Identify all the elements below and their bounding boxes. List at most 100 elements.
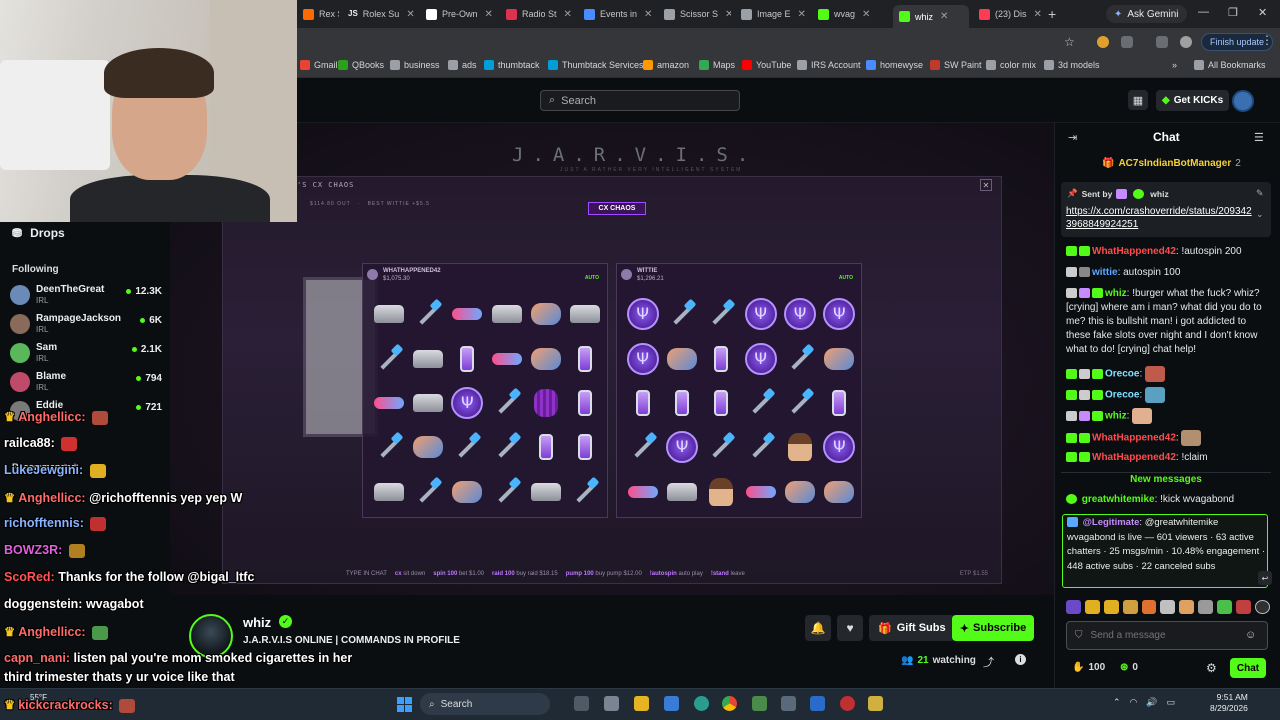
chevron-up-icon[interactable]: ⌃ (1113, 697, 1121, 708)
bookmark-item[interactable]: YouTube (742, 60, 791, 70)
windows-start-icon[interactable] (397, 697, 412, 712)
unpin-icon[interactable]: ✎ (1256, 188, 1264, 199)
app-icon[interactable] (664, 696, 679, 711)
bookmark-item[interactable]: homewyse (866, 60, 923, 70)
top-gifter[interactable]: 🎁 AC7sIndianBotManager 2 (1102, 158, 1241, 169)
browser-tab[interactable]: Scissor S ✕ (658, 4, 731, 24)
scroll-to-bottom-button[interactable]: ↩ (1258, 571, 1272, 585)
emote-icon[interactable] (1122, 600, 1138, 614)
follow-heart-button[interactable]: ♥ (837, 615, 863, 641)
streamer-name[interactable]: whiz (243, 615, 271, 630)
sidebar-item-drops[interactable]: ⛃ Drops (12, 226, 65, 240)
chrome-icon[interactable] (722, 696, 737, 711)
pinned-link[interactable]: https://x.com/crashoverride/status/20934… (1066, 205, 1256, 231)
close-tab-icon[interactable]: ✕ (485, 9, 493, 20)
close-tab-icon[interactable]: ✕ (1034, 9, 1042, 20)
all-bookmarks-button[interactable]: All Bookmarks (1194, 60, 1266, 70)
file-icon[interactable] (604, 696, 619, 711)
volume-icon[interactable]: 🔊 (1146, 697, 1157, 708)
bookmark-item[interactable]: Thumbtack Services (548, 60, 644, 70)
emote-icon[interactable] (1141, 600, 1157, 614)
share-icon[interactable]: ⤴ (983, 654, 994, 670)
browser-tab[interactable]: wvag ✕ (812, 4, 889, 24)
close-tab-icon[interactable]: ✕ (725, 9, 731, 20)
emote-icon[interactable] (1084, 600, 1100, 614)
system-tray[interactable]: ⌃ ◠ 🔊 ▭ (1113, 697, 1175, 708)
task-view-icon[interactable] (574, 696, 589, 711)
extension-icon[interactable] (1097, 36, 1109, 48)
chat-username[interactable]: wittie (1092, 267, 1118, 278)
emote-icon[interactable] (1066, 600, 1081, 614)
calculator-icon[interactable] (781, 696, 796, 711)
app-icon[interactable] (868, 696, 883, 711)
chat-username[interactable]: WhatHappened42 (1092, 246, 1176, 257)
bookmark-item[interactable]: QBooks (338, 60, 384, 70)
app-icon[interactable] (810, 696, 825, 711)
app-icon[interactable] (752, 696, 767, 711)
chat-username[interactable]: Orecoe (1105, 390, 1139, 401)
emote-icon[interactable] (1217, 600, 1233, 614)
layout-toggle-icon[interactable]: ▦ (1128, 90, 1148, 110)
more-info-icon[interactable]: i (1015, 654, 1026, 665)
emote-icon[interactable] (1160, 600, 1176, 614)
close-tab-icon[interactable]: ✕ (644, 9, 652, 20)
emote-icon[interactable] (1103, 600, 1119, 614)
emote-icon[interactable] (1236, 600, 1251, 614)
browser-menu-icon[interactable]: ⋮ (1261, 33, 1273, 47)
bookmark-star-icon[interactable]: ☆ (1064, 35, 1075, 49)
chat-username[interactable]: WhatHappened42 (1092, 433, 1176, 444)
wifi-icon[interactable]: ◠ (1130, 697, 1138, 708)
close-tab-icon[interactable]: ✕ (564, 9, 572, 20)
followed-channel[interactable]: RampageJackson IRL 6K (10, 312, 162, 338)
browser-tab[interactable]: JS Rolex Su ✕ (342, 4, 416, 24)
bookmark-item[interactable]: thumbtack (484, 60, 540, 70)
channel-points[interactable]: ⊛ 0 (1120, 662, 1138, 673)
bookmark-item[interactable]: amazon (643, 60, 689, 70)
close-tab-icon[interactable]: ✕ (406, 9, 414, 20)
chat-username[interactable]: whiz (1105, 411, 1127, 422)
emote-icon[interactable] (1179, 600, 1195, 614)
ask-gemini-button[interactable]: ✦ Ask Gemini (1106, 5, 1187, 23)
kicks-balance[interactable]: ✋ 100 (1072, 662, 1105, 673)
browser-tab[interactable]: (23) Dis ✕ (973, 4, 1045, 24)
bookmark-item[interactable]: Maps (699, 60, 735, 70)
close-tab-icon[interactable]: ✕ (940, 11, 948, 22)
subscribe-button[interactable]: ✦ Subscribe (952, 615, 1034, 641)
chat-username[interactable]: whiz (1105, 288, 1127, 299)
bookmark-item[interactable]: ads (448, 60, 477, 70)
minimize-button[interactable]: — (1198, 6, 1209, 18)
profile-icon[interactable] (1180, 36, 1192, 48)
chat-settings-icon[interactable]: ⚙ (1206, 661, 1217, 675)
emoji-icon[interactable]: ☺ (1245, 629, 1256, 641)
bookmark-item[interactable]: 3d models (1044, 60, 1100, 70)
browser-tab[interactable]: Events in ✕ (578, 4, 654, 24)
taskbar-clock[interactable]: 9:51 AM 8/29/2026 (1210, 692, 1248, 714)
edge-icon[interactable] (694, 696, 709, 711)
app-icon[interactable] (840, 696, 855, 711)
notification-bell-button[interactable]: 🔔 (805, 615, 831, 641)
more-bookmarks-button[interactable]: » (1172, 60, 1177, 70)
get-kicks-button[interactable]: ◆ Get KICKs (1156, 90, 1230, 111)
bookmark-item[interactable]: color mix (986, 60, 1036, 70)
emote-icon[interactable] (1254, 600, 1270, 614)
followed-channel[interactable]: Blame IRL 794 (10, 370, 162, 396)
battery-icon[interactable]: ▭ (1167, 697, 1176, 708)
file-explorer-icon[interactable] (634, 696, 649, 711)
chat-username[interactable]: Orecoe (1105, 369, 1139, 380)
chat-username[interactable]: WhatHappened42 (1092, 452, 1176, 463)
collapse-chat-icon[interactable]: ⇥ (1068, 131, 1077, 144)
browser-tab[interactable]: Image E ✕ (735, 4, 808, 24)
bookmark-item[interactable]: business (390, 60, 440, 70)
close-tab-icon[interactable]: ✕ (798, 9, 806, 20)
close-tab-icon[interactable]: ✕ (862, 9, 870, 20)
followed-channel[interactable]: DeenTheGreat IRL 12.3K (10, 283, 162, 309)
search-input[interactable]: ⌕ Search (540, 90, 740, 111)
browser-tab[interactable]: Pre-Own ✕ (420, 4, 496, 24)
browser-tab[interactable]: whiz ✕ (893, 5, 969, 28)
gift-subs-button[interactable]: 🎁 Gift Subs (869, 615, 955, 641)
chat-username[interactable]: greatwhitemike (1082, 494, 1155, 505)
browser-tab[interactable]: Radio St ✕ (500, 4, 574, 24)
user-avatar[interactable] (1232, 90, 1254, 112)
chat-users-icon[interactable]: ☰ (1254, 131, 1264, 144)
taskbar-search[interactable]: ⌕ Search (420, 693, 550, 715)
